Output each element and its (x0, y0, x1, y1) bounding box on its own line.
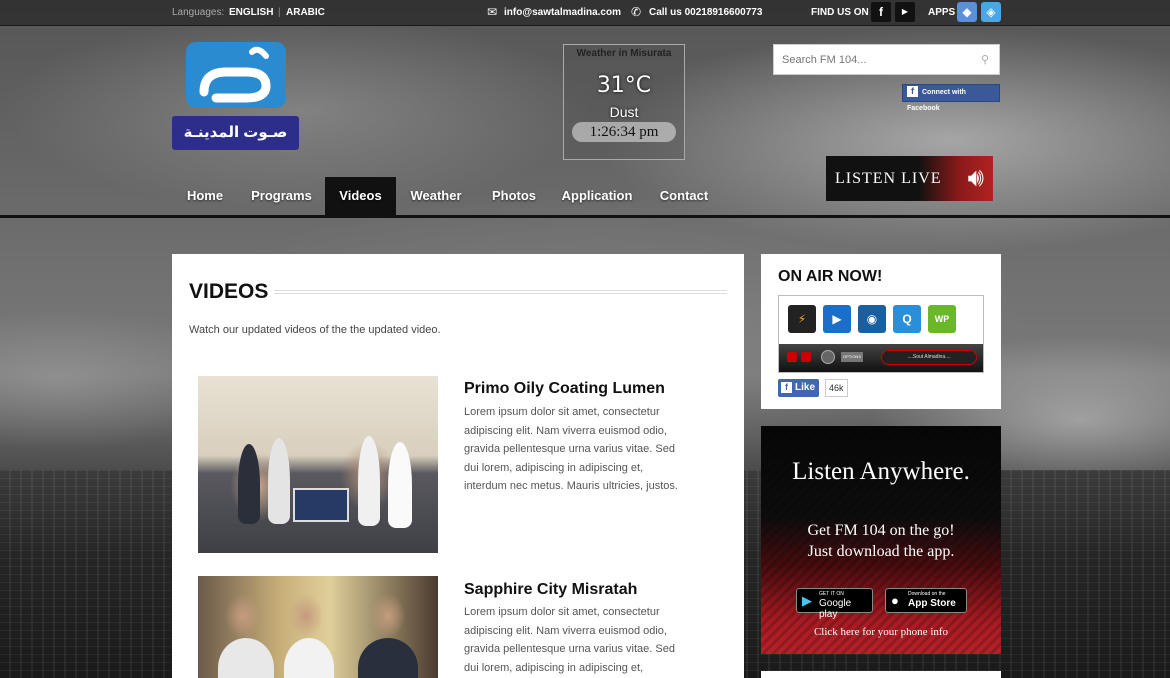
promo-line-2: Just download the app. (807, 543, 955, 560)
google-play-small: GET IT ON (819, 591, 844, 597)
media-player-icon[interactable]: ▶ (823, 305, 851, 333)
weather-condition: Dust (609, 104, 639, 120)
play-button[interactable] (787, 352, 797, 362)
page-title: VIDEOS (189, 280, 275, 304)
page-intro: Watch our updated videos of the the upda… (189, 324, 441, 336)
google-play-button[interactable]: ▶ GET IT ON Google play (796, 588, 873, 620)
nav-item-programs[interactable]: Programs (238, 177, 325, 217)
promo-text: Get FM 104 on the go! Just download the … (761, 520, 1001, 562)
languages-label: Languages: (172, 7, 225, 18)
speaker-icon: 🔊︎ (967, 163, 985, 192)
nav-item-weather[interactable]: Weather (396, 177, 476, 217)
radio-player: ⚡ ▶ ◉ Q WP OPTIONS ....Sout Almadina.... (778, 295, 984, 373)
weather-temperature: 31°C (596, 73, 652, 98)
facebook-icon[interactable]: f (871, 2, 891, 22)
app-store-button[interactable]: ● Download on the App Store (885, 588, 967, 613)
google-play-icon: ▶ (802, 593, 812, 608)
top-bar: Languages: ENGLISH | ARABIC ✉ info@sawta… (0, 0, 1170, 26)
android-icon[interactable]: ◈ (981, 2, 1001, 22)
promo-title: Listen Anywhere. (792, 458, 970, 485)
phone-icon: ✆ (631, 5, 642, 19)
apple-icon: ● (891, 593, 899, 608)
on-air-title: ON AIR NOW! (778, 268, 883, 285)
facebook-icon: f (907, 86, 918, 97)
video-description: Lorem ipsum dolor sit amet, consectetur … (464, 606, 675, 674)
app-store-label: App Store (908, 598, 956, 609)
player-screen: ....Sout Almadina.... (881, 350, 977, 365)
facebook-icon: f (781, 382, 792, 393)
options-button[interactable]: OPTIONS (841, 352, 863, 362)
nav-item-videos[interactable]: Videos (325, 177, 396, 217)
like-button[interactable]: f Like (778, 379, 819, 397)
language-english-link[interactable]: ENGLISH (229, 7, 273, 18)
language-arabic-link[interactable]: ARABIC (286, 7, 325, 18)
like-label: Like (795, 382, 816, 393)
person-figure (358, 436, 380, 526)
tv-box (293, 488, 349, 522)
phone-info-link[interactable]: Click here for your phone info (761, 626, 1001, 638)
nav-item-photos[interactable]: Photos (476, 177, 552, 217)
player-bar: OPTIONS ....Sout Almadina.... (779, 344, 983, 372)
phone-number: Call us 00218916600773 (649, 7, 763, 18)
youtube-icon[interactable]: ▶ (895, 2, 915, 22)
sidebar-next-widget (761, 671, 1001, 678)
email-link[interactable]: info@sawtalmadina.com (504, 7, 621, 18)
person-figure (238, 444, 260, 524)
search-icon[interactable]: ⚲ (981, 53, 989, 66)
apple-icon[interactable]: ◆ (957, 2, 977, 22)
quicktime-icon[interactable]: Q (893, 305, 921, 333)
person-figure (218, 638, 274, 678)
video-description: Lorem ipsum dolor sit amet, consectetur … (464, 406, 678, 492)
nav-item-contact[interactable]: Contact (642, 177, 726, 217)
logo-arabic-text: صـوت المدينـة (172, 116, 299, 150)
nav-item-application[interactable]: Application (552, 177, 642, 217)
site-logo[interactable]: صـوت المدينـة (172, 42, 299, 152)
facebook-connect-button[interactable]: f Connect with Facebook (902, 84, 1000, 112)
language-separator: | (278, 7, 281, 18)
promo-line-1: Get FM 104 on the go! (807, 522, 955, 539)
google-play-label: Google play (819, 598, 852, 620)
search-input[interactable] (774, 45, 964, 74)
video-thumbnail[interactable] (198, 376, 438, 553)
apps-label: APPS (928, 7, 956, 18)
app-promo: Listen Anywhere. Get FM 104 on the go! J… (761, 426, 1001, 654)
video-thumbnail[interactable] (198, 576, 438, 678)
realplayer-icon[interactable]: ◉ (858, 305, 886, 333)
like-count: 46k (825, 379, 848, 397)
windows-phone-icon[interactable]: WP (928, 305, 956, 333)
weather-title: Weather in Misurata (576, 48, 672, 59)
envelope-icon: ✉ (487, 5, 498, 19)
on-air-widget: ON AIR NOW! ⚡ ▶ ◉ Q WP OPTIONS ....Sout … (761, 254, 1001, 409)
app-store-small: Download on the (908, 591, 946, 597)
find-us-label: FIND US ON (811, 7, 869, 18)
person-figure (388, 442, 412, 528)
stop-button[interactable] (801, 352, 811, 362)
winamp-icon[interactable]: ⚡ (788, 305, 816, 333)
person-figure (268, 438, 290, 524)
listen-live-label: LISTEN LIVE (835, 170, 942, 187)
nav-item-home[interactable]: Home (172, 177, 238, 217)
volume-knob[interactable] (821, 350, 835, 364)
video-title[interactable]: Primo Oily Coating Lumen (464, 380, 665, 398)
search-box: ⚲ (773, 44, 1000, 75)
listen-live-button[interactable]: LISTEN LIVE 🔊︎ (826, 156, 993, 201)
person-figure (284, 638, 334, 678)
person-figure (358, 638, 418, 678)
video-title[interactable]: Sapphire City Misratah (464, 581, 637, 599)
weather-time: 1:26:34 pm (572, 122, 676, 142)
main-content: VIDEOS Watch our updated videos of the t… (172, 254, 744, 678)
logo-emblem (186, 42, 286, 108)
weather-widget: Weather in Misurata 31°C Dust 1:26:34 pm (563, 44, 685, 160)
